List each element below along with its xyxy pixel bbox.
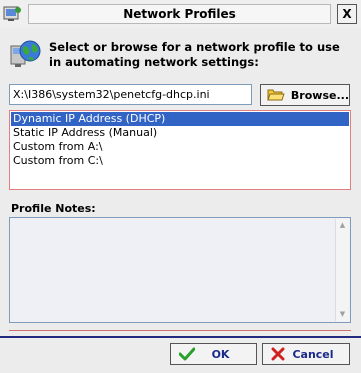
scroll-up-icon[interactable]: ▲: [336, 219, 349, 232]
browse-label: Browse...: [290, 88, 349, 102]
notes-scrollbar[interactable]: ▲ ▼: [335, 219, 349, 321]
close-button[interactable]: X: [337, 4, 357, 24]
cancel-label: Cancel: [292, 347, 334, 361]
window-title: Network Profiles: [28, 4, 331, 24]
check-icon: [179, 347, 195, 361]
instruction-text: Select or browse for a network profile t…: [49, 40, 340, 69]
profile-list[interactable]: Dynamic IP Address (DHCP) Static IP Addr…: [9, 110, 351, 190]
profile-path-input[interactable]: [9, 84, 252, 105]
profile-item-custom-a[interactable]: Custom from A:\: [11, 140, 349, 154]
footer-divider: [0, 336, 361, 338]
profile-item-dhcp[interactable]: Dynamic IP Address (DHCP): [11, 112, 349, 126]
cancel-button[interactable]: Cancel: [262, 343, 350, 365]
profile-item-custom-c[interactable]: Custom from C:\: [11, 154, 349, 168]
ok-label: OK: [211, 347, 230, 361]
scroll-down-icon[interactable]: ▼: [336, 308, 349, 321]
divider-line: [9, 330, 351, 331]
browse-button[interactable]: Browse...: [260, 84, 350, 106]
profile-notes-label: Profile Notes:: [11, 202, 96, 215]
x-icon: [271, 347, 285, 361]
network-globe-icon: [9, 36, 43, 70]
network-profiles-dialog: Network Profiles X Select or browse for …: [0, 0, 361, 373]
profile-notes-field[interactable]: ▲ ▼: [9, 217, 351, 323]
profile-item-static[interactable]: Static IP Address (Manual): [11, 126, 349, 140]
title-bar: Network Profiles X: [0, 0, 361, 28]
folder-open-icon: [267, 89, 285, 101]
app-icon[interactable]: [3, 4, 23, 24]
ok-button[interactable]: OK: [170, 343, 257, 365]
